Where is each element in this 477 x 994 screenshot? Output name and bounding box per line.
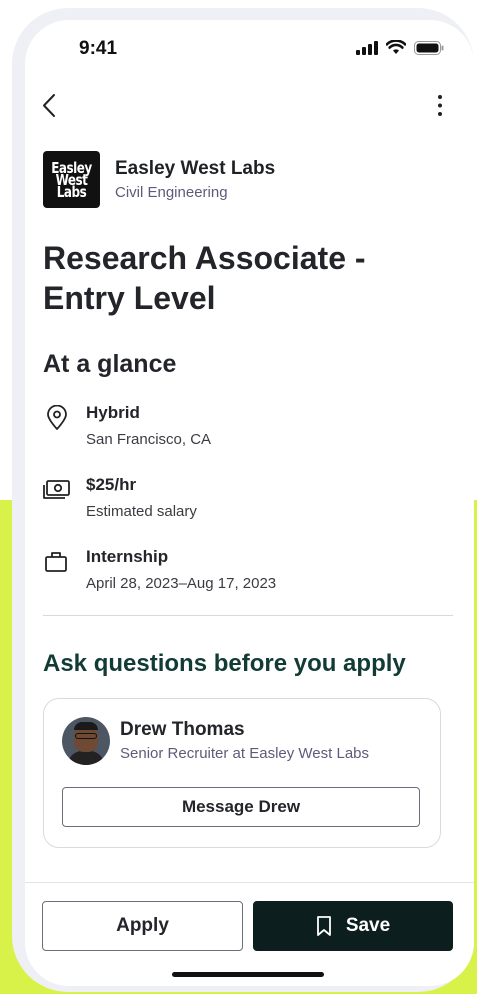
battery-icon [414,40,444,55]
recruiter-name[interactable]: Drew Thomas [120,719,245,741]
ask-questions-heading: Ask questions before you apply [43,650,406,677]
company-industry: Civil Engineering [115,184,228,201]
save-label: Save [345,915,391,936]
at-a-glance-heading: At a glance [43,350,177,378]
status-icons [356,40,444,55]
apply-label: Apply [116,915,169,936]
avatar-glasses [75,733,97,739]
fact-primary: Internship [86,547,169,566]
section-divider [43,615,453,616]
more-options-button[interactable] [432,92,448,120]
apply-button[interactable]: Apply [42,901,243,951]
fact-secondary: San Francisco, CA [86,431,212,448]
company-text: Easley West Labs Civil Engineering [115,158,275,201]
avatar-body [68,751,104,765]
fact-primary: $25/hr [86,475,137,494]
wifi-icon [386,40,406,54]
status-bar: 9:41 [25,20,474,76]
signal-icon [356,40,378,55]
status-time: 9:41 [79,38,118,59]
job-title: Research Associate - Entry Level [43,240,366,316]
top-navigation [25,92,474,122]
more-vertical-icon [438,95,442,116]
save-button[interactable]: Save [253,901,453,951]
bottom-action-bar: Apply Save [25,882,474,986]
recruiter-avatar[interactable] [62,717,110,765]
fact-secondary: April 28, 2023–Aug 17, 2023 [86,575,277,592]
fact-primary: Hybrid [86,403,140,422]
recruiter-card: Drew Thomas Senior Recruiter at Easley W… [43,698,441,848]
briefcase-icon [43,549,71,575]
chevron-left-icon [43,94,55,117]
company-logo: Easley West Labs [43,151,100,208]
recruiter-role: Senior Recruiter at Easley West Labs [120,745,370,762]
home-indicator[interactable] [172,972,324,977]
message-recruiter-button[interactable]: Message Drew [62,787,420,827]
bookmark-icon [316,916,331,936]
location-pin-icon [43,404,71,431]
company-header[interactable]: Easley West Labs Easley West Labs Civil … [43,151,275,208]
phone-screen: 9:41 Easley West Labs Easley West Labs C… [25,20,474,986]
fact-secondary: Estimated salary [86,503,197,520]
logo-line: Labs [56,182,87,201]
avatar-hair [74,722,98,730]
company-name: Easley West Labs [115,158,276,179]
money-icon [43,477,71,503]
back-button[interactable] [39,92,63,120]
